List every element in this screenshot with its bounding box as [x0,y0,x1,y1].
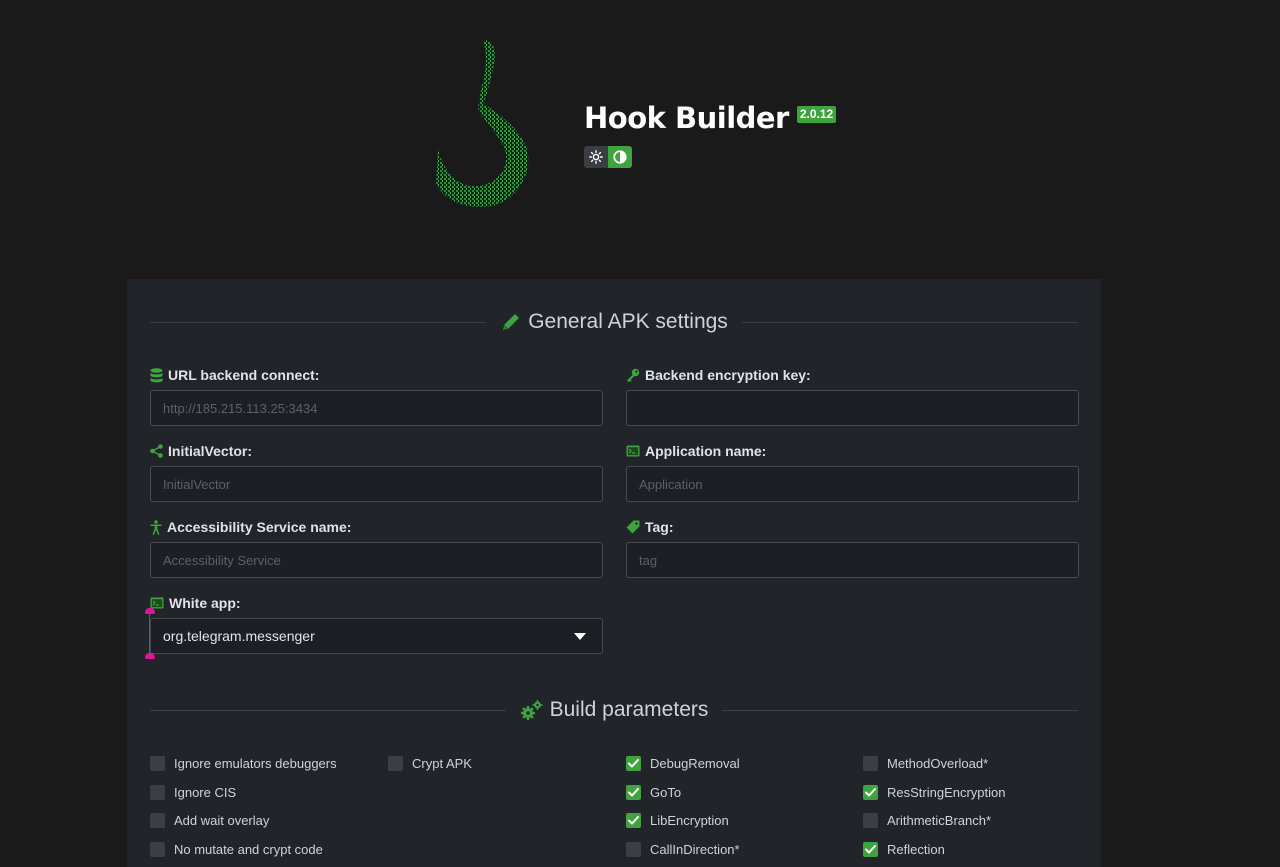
build-option-checkbox[interactable]: Ignore CIS [150,778,337,807]
gears-icon [520,700,543,720]
checkbox-unchecked-icon[interactable] [150,813,165,829]
white-app-select[interactable]: org.telegram.messenger [150,618,603,654]
tag-input[interactable] [626,542,1079,578]
brand-title-row: Hook Builder 2.0.12 [584,100,837,136]
build-parameters-title: Build parameters [549,698,709,721]
checkbox-unchecked-icon[interactable] [150,841,165,857]
build-option-label: Ignore emulators debuggers [174,755,337,771]
url-field: URL backend connect: [150,366,603,426]
checkbox-unchecked-icon[interactable] [863,813,878,829]
key-icon [627,368,640,382]
section-caption: Build parameters [506,698,723,722]
build-options-column-2: Crypt APK [388,749,472,778]
divider [150,321,487,323]
url-input[interactable] [150,390,603,426]
divider [150,709,506,711]
application-name-field: Application name: [626,442,1079,502]
hook-logo-icon [428,38,538,210]
contrast-icon [613,150,627,164]
build-option-checkbox[interactable]: DebugRemoval [626,749,740,778]
builder-panel: General APK settings URL backend connect… [127,279,1101,867]
build-option-label: No mutate and crypt code [174,841,323,857]
initial-vector-input[interactable] [150,466,603,502]
general-settings-title: General APK settings [528,310,728,333]
build-option-label: CallInDirection* [650,841,740,857]
checkbox-checked-icon[interactable] [863,841,878,857]
light-theme-button[interactable] [584,146,608,168]
theme-toggle[interactable] [584,146,632,168]
checkbox-checked-icon[interactable] [626,755,641,771]
database-icon [150,367,163,382]
build-option-checkbox[interactable]: Add wait overlay [150,806,337,835]
build-option-label: Crypt APK [412,755,472,771]
application-name-input[interactable] [626,466,1079,502]
pencil-icon [503,314,520,330]
build-option-checkbox[interactable]: Ignore emulators debuggers [150,749,337,778]
terminal-icon [626,445,640,457]
version-badge: 2.0.12 [796,106,837,123]
build-option-checkbox[interactable]: Crypt APK [388,749,472,778]
build-option-label: DebugRemoval [650,755,740,771]
build-option-label: Reflection [887,841,945,857]
checkbox-unchecked-icon[interactable] [863,755,878,771]
checkbox-unchecked-icon[interactable] [150,755,165,771]
application-name-label: Application name: [626,442,1079,460]
tag-icon [626,520,640,534]
build-option-label: Ignore CIS [174,784,237,800]
build-option-label: ResStringEncryption [887,784,1006,800]
build-parameters-heading: Build parameters [150,695,1078,725]
accessibility-service-label: Accessibility Service name: [150,518,603,536]
build-option-checkbox[interactable]: CallInDirection* [626,835,740,864]
build-options-column-1: Ignore emulators debuggers Ignore CIS Add … [150,749,337,864]
encryption-key-input[interactable] [626,390,1079,426]
checkbox-unchecked-icon[interactable] [388,755,403,771]
build-option-label: ArithmeticBranch* [887,813,992,829]
url-label: URL backend connect: [150,366,603,384]
build-option-checkbox[interactable]: ArithmeticBranch* [863,806,1006,835]
accessibility-icon [150,519,162,535]
build-option-label: GoTo [650,784,682,800]
build-options-column-3: DebugRemoval GoTo LibEncryption CallInDirec… [626,749,740,864]
text-cursor-handle-top[interactable] [145,608,155,614]
brand: Hook Builder 2.0.12 [584,100,837,168]
accessibility-service-field: Accessibility Service name: [150,518,603,578]
build-option-label: MethodOverload* [887,755,989,771]
checkbox-unchecked-icon[interactable] [626,841,641,857]
sun-icon [589,150,603,164]
build-option-checkbox[interactable]: ResStringEncryption [863,778,1006,807]
checkbox-checked-icon[interactable] [626,784,641,800]
build-option-label: LibEncryption [650,813,729,829]
share-icon [150,444,163,458]
build-option-checkbox[interactable]: MethodOverload* [863,749,1006,778]
build-option-label: Add wait overlay [174,813,270,829]
white-app-value: org.telegram.messenger [163,628,315,644]
divider [722,709,1078,711]
caret-down-icon [574,632,586,640]
build-option-checkbox[interactable]: LibEncryption [626,806,740,835]
checkbox-checked-icon[interactable] [863,784,878,800]
tag-field: Tag: [626,518,1079,578]
dark-theme-button[interactable] [608,146,632,168]
terminal-icon [150,597,164,609]
build-option-checkbox[interactable]: Reflection [863,835,1006,864]
section-caption: General APK settings [486,310,742,334]
white-app-label: White app: [150,594,603,612]
initial-vector-field: InitialVector: [150,442,603,502]
build-option-checkbox[interactable]: GoTo [626,778,740,807]
build-option-checkbox[interactable]: No mutate and crypt code [150,835,337,864]
app-title: Hook Builder [584,101,789,135]
text-cursor-line [149,612,150,654]
white-app-field: White app: org.telegram.messenger [145,594,603,659]
checkbox-checked-icon[interactable] [626,813,641,829]
text-cursor-handle-bottom[interactable] [145,653,155,659]
initial-vector-label: InitialVector: [150,442,603,460]
tag-label: Tag: [626,518,1079,536]
encryption-key-label: Backend encryption key: [626,366,1079,384]
checkbox-unchecked-icon[interactable] [150,784,165,800]
divider [741,321,1078,323]
encryption-key-field: Backend encryption key: [626,366,1079,426]
accessibility-service-input[interactable] [150,542,603,578]
build-options-column-4: MethodOverload* ResStringEncryption Arithm… [863,749,1006,864]
general-settings-heading: General APK settings [150,307,1078,337]
